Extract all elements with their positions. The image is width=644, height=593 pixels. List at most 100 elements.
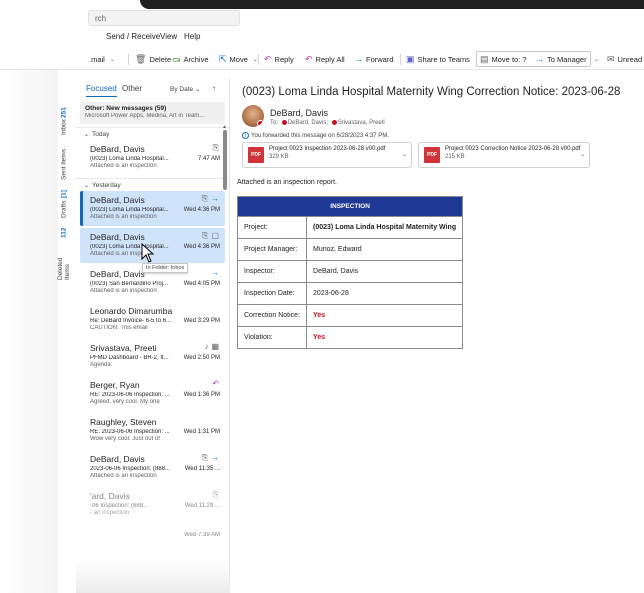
inspection-table: INSPECTION Project: (0023) Loma Linda Ho… xyxy=(236,196,464,349)
move-icon: ⇱ xyxy=(219,53,227,64)
list-item[interactable]: Srivastava, Preeti PFMD Dashboard - BR-2… xyxy=(80,339,225,374)
recipient[interactable]: DeBard, Davis; xyxy=(288,120,328,126)
message-subject: (0023) San Bernardino Proj... xyxy=(90,281,169,287)
move-to-quick-step[interactable]: ▤ Move to: ? xyxy=(480,53,527,65)
archive-button[interactable]: ▭ Archive xyxy=(172,53,209,65)
message-time: Wed 1:36 PM xyxy=(183,392,220,398)
quick-steps-dropdown[interactable]: ⌄ xyxy=(592,53,599,65)
menu-help[interactable]: Help xyxy=(184,32,200,41)
tab-focused[interactable]: Focused xyxy=(86,84,117,97)
avatar[interactable] xyxy=(242,105,264,127)
list-item[interactable]: DeBard, Davis (0023) Loma Linda Hospital… xyxy=(80,140,225,175)
sort-direction-icon[interactable]: ↑ xyxy=(212,84,216,93)
table-cell-label: Inspector: xyxy=(236,260,308,283)
toolbar-divider xyxy=(258,54,259,65)
table-cell-value: Munoz, Edward xyxy=(306,238,464,261)
table-cell-value: (0023) Loma Linda Hospital Maternity Win… xyxy=(306,216,464,239)
attachment-size: 329 KB xyxy=(269,154,289,160)
menu-send-receive[interactable]: Send / Receive xyxy=(106,32,160,41)
tab-other[interactable]: Other xyxy=(122,84,142,93)
message-subject: 2023-06-06 Inspection: (888... xyxy=(90,466,171,472)
list-item[interactable]: Leonardo Dimarumba Re: DeBard Invoice- 6… xyxy=(80,302,225,337)
table-cell-label: Project Manager: xyxy=(236,238,308,261)
sort-label: By Date xyxy=(170,86,194,93)
folder-deleted-items[interactable]: Deleted Items 112 xyxy=(55,226,73,280)
table-row: Correction Notice: Yes xyxy=(236,304,464,327)
paperclip-icon: ⎘ xyxy=(212,143,219,152)
group-label: Yesterday xyxy=(92,182,121,189)
reading-pane: (0023) Loma Linda Hospital Maternity Win… xyxy=(232,78,644,593)
move-label: Move xyxy=(229,54,248,64)
message-preview: Attached is an inspection xyxy=(90,214,157,220)
arrow-right-icon: → xyxy=(535,54,544,64)
forward-button[interactable]: → Forward xyxy=(354,53,394,65)
sort-dropdown[interactable]: By Date ⌄ xyxy=(170,85,200,93)
attachment[interactable]: PDF Project 0023 Inspection 2023-06-28 v… xyxy=(242,142,412,168)
to-manager-quick-step[interactable]: → To Manager xyxy=(535,53,587,65)
message-list-scrollbar[interactable] xyxy=(223,130,227,190)
chevron-down-icon[interactable]: ⌄ xyxy=(402,151,407,158)
message-subject: -06 Inspection: (888... xyxy=(90,503,149,509)
email-sender[interactable]: DeBard, Davis xyxy=(270,108,328,118)
reply-button[interactable]: ↶ Reply xyxy=(264,53,294,65)
list-item[interactable]: Wed 7:39 AM xyxy=(80,524,225,559)
message-time: Wed 11:29 ... xyxy=(184,503,220,509)
message-icons: → xyxy=(211,268,219,277)
message-sender: Berger, Ryan xyxy=(90,380,140,390)
list-item[interactable]: DeBard, Davis 2023-06-06 Inspection: (88… xyxy=(80,450,225,485)
share-to-teams-label: Share to Teams xyxy=(417,54,470,64)
folder-sent-items[interactable]: Sent Items xyxy=(55,146,73,182)
archive-icon: ▭ xyxy=(172,53,181,64)
unread-button[interactable]: ✉ Unread xyxy=(607,53,642,65)
new-mail-label: .mail xyxy=(89,54,105,64)
table-row: Inspection Date: 2023-06-28 xyxy=(236,282,464,305)
other-new-messages[interactable]: Other: New messages (59) Microsoft Power… xyxy=(80,102,225,124)
table-cell-label: Correction Notice: xyxy=(236,304,308,327)
folder-drafts[interactable]: Drafts [1] xyxy=(55,186,73,220)
message-sender: DeBard, Davis xyxy=(90,232,145,242)
attachment[interactable]: PDF Project 0023 Correction Notice 2023-… xyxy=(418,142,590,168)
table-cell-value: DeBard, Davis xyxy=(306,260,464,283)
folder-label: Drafts xyxy=(60,200,68,218)
to-manager-label: To Manager xyxy=(547,54,587,64)
message-list-header: Focused Other By Date ⌄ ↑ xyxy=(76,78,229,100)
message-time: Wed 11:35 ... xyxy=(184,466,220,472)
list-item[interactable]: Raughley, Steven RE: 2023-06-06 Inspecti… xyxy=(80,413,225,448)
to-label: To: xyxy=(270,120,279,127)
message-preview: Wow very cool. Just out of xyxy=(90,436,160,442)
meeting-icon: ▦ xyxy=(211,342,219,351)
menu-view[interactable]: View xyxy=(160,32,177,41)
share-to-teams-button[interactable]: ▣ Share to Teams xyxy=(406,53,470,65)
folder-count: 112 xyxy=(60,228,68,239)
reply-all-icon: ↶ xyxy=(305,53,313,64)
chevron-down-icon[interactable]: ⌄ xyxy=(580,151,585,158)
message-preview: - an inspection xyxy=(90,510,130,516)
message-icons: ♪ ▦ xyxy=(204,342,219,351)
message-preview: Agenda: xyxy=(90,362,113,368)
folder-count: 251 xyxy=(60,106,68,118)
bell-icon: ♪ xyxy=(204,342,209,351)
table-cell-value: 2023-06-28 xyxy=(306,282,464,305)
folder-inbox[interactable]: Inbox 251 xyxy=(55,100,73,140)
list-item[interactable]: DeBard, Davis (0023) Loma Linda Hospital… xyxy=(80,191,225,226)
message-preview: CAUTION: This email xyxy=(90,325,148,331)
list-item[interactable]: 'ard, Davis -06 Inspection: (888... - an… xyxy=(80,487,225,522)
reply-all-button[interactable]: ↶ Reply All xyxy=(305,53,345,65)
message-sender: Leonardo Dimarumba xyxy=(90,306,173,316)
message-preview: Agreed, very cool. My one xyxy=(90,399,160,405)
new-mail-button[interactable]: .mail ⌄ xyxy=(89,53,115,65)
chevron-down-icon: ⌄ xyxy=(109,56,115,63)
info-icon: i xyxy=(242,132,249,139)
list-item[interactable]: Berger, Ryan RE: 2023-06-06 Inspection: … xyxy=(80,376,225,411)
message-time: Wed 4:05 PM xyxy=(183,281,220,287)
presence-busy-icon xyxy=(257,120,264,127)
other-new-preview: Microsoft Power Apps, Medina, Art in Tea… xyxy=(85,113,205,119)
forwarded-icon: → xyxy=(211,194,219,203)
move-button[interactable]: ⇱ Move ⌄ xyxy=(219,53,258,65)
message-time: Wed 3:29 PM xyxy=(183,318,220,324)
recipient[interactable]: Srivastava, Preeti xyxy=(338,120,385,126)
group-header-yesterday[interactable]: ⌄ Yesterday xyxy=(76,178,229,191)
group-header-today[interactable]: ⌄ Today xyxy=(76,127,229,140)
message-subject: PFMD Dashboard - BR-2, It... xyxy=(90,355,169,361)
search-input[interactable]: rch xyxy=(88,10,240,26)
